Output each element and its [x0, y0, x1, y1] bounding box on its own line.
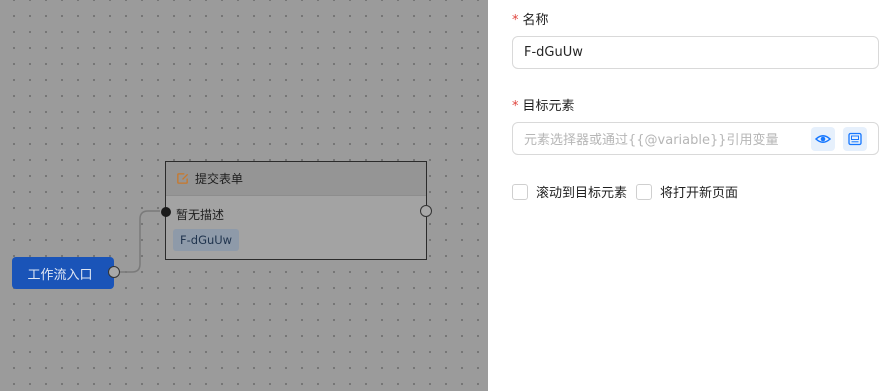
target-element-field-label: * 目标元素: [512, 95, 575, 114]
target-element-label-text: 目标元素: [522, 99, 575, 114]
submit-form-node-tag: F-dGuUw: [173, 229, 240, 251]
element-picker-button[interactable]: [843, 127, 867, 151]
workflow-entry-node[interactable]: 工作流入口: [12, 257, 114, 289]
open-new-page-label[interactable]: 将打开新页面: [660, 182, 738, 201]
entry-output-handle[interactable]: [108, 266, 120, 278]
workflow-canvas[interactable]: 工作流入口 提交表单 暂无描述 F-dGuUw: [0, 0, 488, 391]
name-input-value: F-dGuUw: [524, 45, 583, 60]
form-input-handle[interactable]: [161, 207, 171, 217]
form-output-handle[interactable]: [420, 205, 432, 217]
open-new-page-checkbox[interactable]: [636, 183, 653, 200]
options-row: 滚动到目标元素 将打开新页面: [512, 182, 747, 201]
workflow-entry-label: 工作流入口: [27, 267, 93, 283]
name-input[interactable]: F-dGuUw: [512, 36, 879, 69]
required-mark: *: [512, 13, 519, 28]
submit-form-node-description: 暂无描述: [176, 208, 225, 222]
element-picker-icon: [848, 132, 862, 146]
form-edit-icon: [177, 173, 189, 184]
target-element-placeholder: 元素选择器或通过{{@variable}}引用变量: [524, 133, 779, 148]
submit-form-node-title: 提交表单: [195, 172, 244, 186]
name-label-text: 名称: [522, 13, 549, 28]
required-mark: *: [512, 99, 519, 114]
eye-icon: [815, 135, 831, 143]
submit-form-node-header: 提交表单: [166, 162, 426, 196]
name-field-label: * 名称: [512, 9, 549, 28]
submit-form-node[interactable]: 提交表单 暂无描述 F-dGuUw: [165, 161, 427, 260]
node-config-panel: * 名称 F-dGuUw * 目标元素 元素选择器或通过{{@variable}}引…: [488, 0, 892, 391]
scroll-to-target-checkbox[interactable]: [512, 183, 528, 200]
scroll-to-target-label[interactable]: 滚动到目标元素: [536, 182, 627, 201]
preview-eye-button[interactable]: [811, 127, 835, 151]
